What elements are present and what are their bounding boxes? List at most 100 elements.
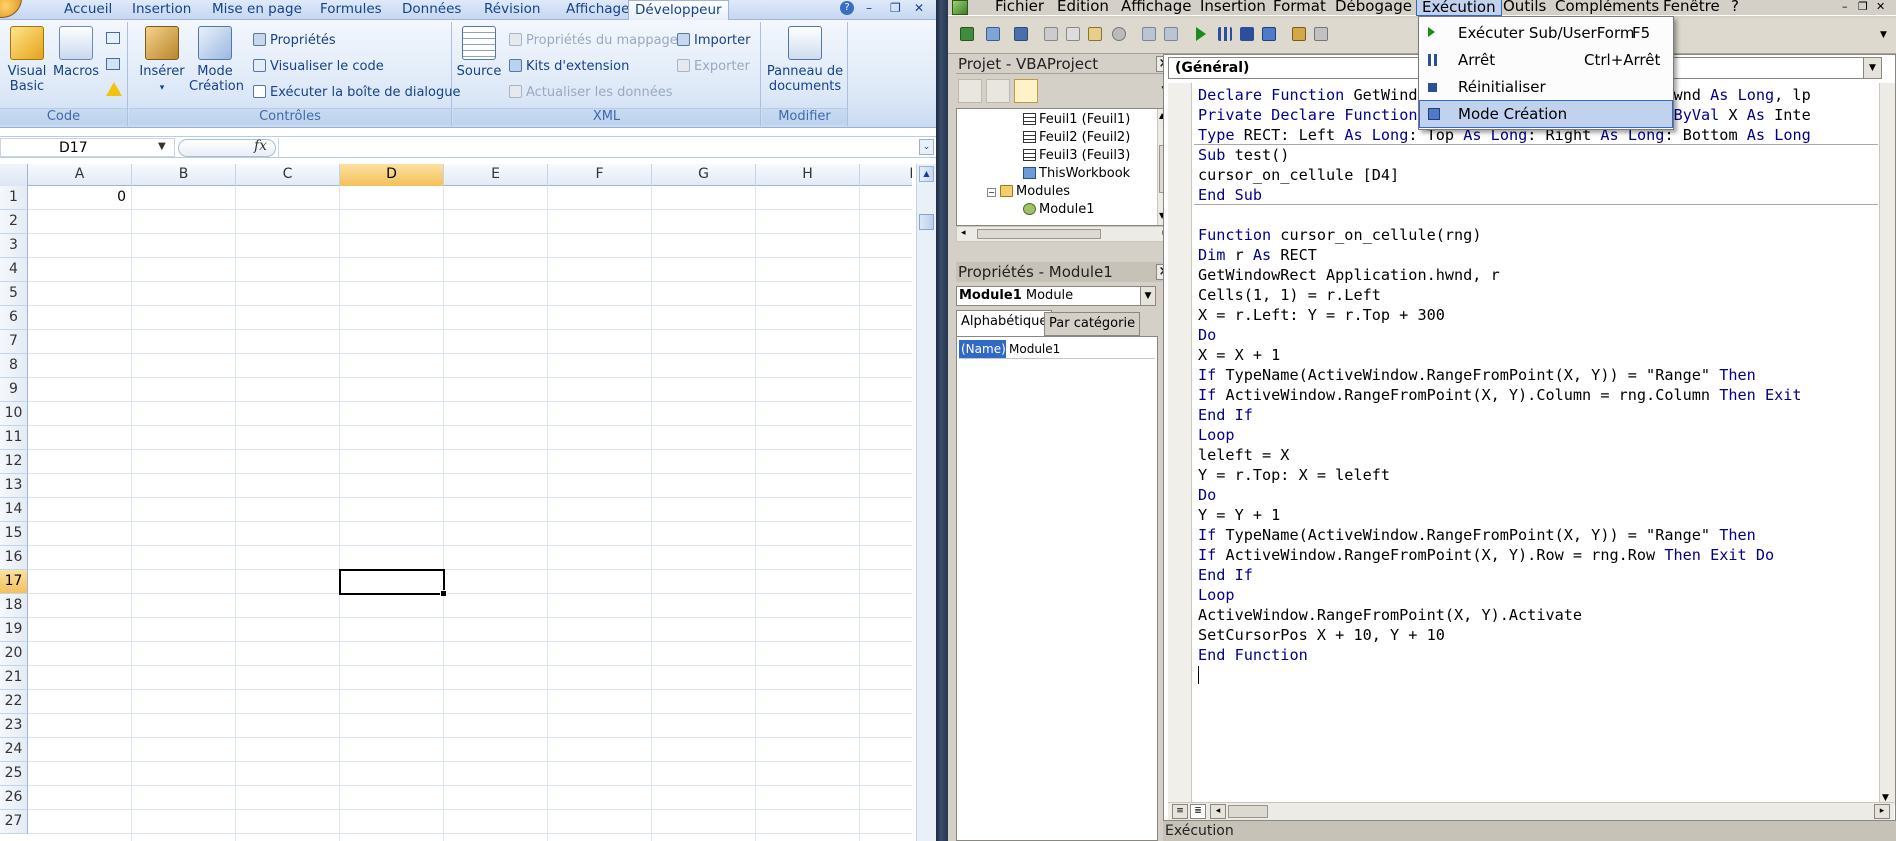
code-line[interactable]: ActiveWindow.RangeFromPoint(X, Y).Activa…	[1198, 605, 1582, 625]
row-header-15[interactable]: 15	[0, 522, 28, 546]
worksheet-grid[interactable]: ABCDEFGHI 1 2 3 4 5 6 7 8 9 10 11 12 13 14 15 16 17 18 19 2…	[0, 164, 912, 841]
column-header-e[interactable]: E	[444, 164, 548, 186]
paste-icon[interactable]	[1088, 27, 1102, 41]
code-line[interactable]: X = X + 1	[1198, 345, 1280, 365]
code-line[interactable]: GetWindowRect Application.hwnd, r	[1198, 265, 1500, 285]
source-button[interactable]: Source	[455, 26, 503, 79]
vertical-scrollbar[interactable]: ▲	[916, 164, 936, 841]
name-box[interactable]: D17	[0, 138, 175, 157]
chevron-down-icon[interactable]: ▼	[1140, 286, 1156, 306]
formula-input[interactable]	[278, 138, 916, 157]
tree-horizontal-scrollbar[interactable]: ◂ ▸	[956, 226, 1172, 242]
row-header-9[interactable]: 9	[0, 378, 28, 402]
vbe-minimize-icon[interactable]: –	[1842, 0, 1848, 13]
code-line[interactable]: Do	[1198, 325, 1216, 345]
toolbar-options-icon[interactable]: ▼	[1880, 30, 1887, 40]
menu-item-arret[interactable]: Arrêt Ctrl+Arrêt	[1420, 47, 1672, 73]
code-line[interactable]: End Sub	[1198, 185, 1262, 205]
row-header-24[interactable]: 24	[0, 738, 28, 762]
actualiser-donnees-button[interactable]: Actualiser les données	[509, 84, 673, 102]
tree-node-feuil2[interactable]: Feuil2 (Feuil2)	[1023, 129, 1130, 147]
office-button[interactable]	[0, 0, 22, 18]
cell-a1[interactable]: 0	[28, 189, 126, 205]
property-name[interactable]: (Name)	[959, 340, 1006, 358]
row-header-2[interactable]: 2	[0, 210, 28, 234]
relative-reference-icon[interactable]	[106, 58, 120, 70]
menu-fichier[interactable]: Fichier	[990, 0, 1049, 16]
code-margin[interactable]	[1168, 83, 1192, 805]
code-line[interactable]: Sub test()	[1198, 145, 1289, 165]
tab-insertion[interactable]: Insertion	[126, 0, 197, 20]
code-line[interactable]: End If	[1198, 565, 1253, 585]
column-header-g[interactable]: G	[652, 164, 756, 186]
code-line[interactable]: If TypeName(ActiveWindow.RangeFromPoint(…	[1198, 525, 1756, 545]
chevron-down-icon[interactable]: ▼	[158, 141, 166, 152]
importer-button[interactable]: Importer	[677, 32, 751, 50]
expand-formula-bar-icon[interactable]: ⌄	[919, 139, 934, 155]
procedure-view-icon[interactable]: ≡	[1172, 804, 1188, 819]
insert-function-icon[interactable]: fx	[254, 138, 267, 154]
code-line[interactable]: End If	[1198, 405, 1253, 425]
property-value[interactable]: Module1	[1009, 340, 1060, 358]
record-macro-icon[interactable]	[106, 32, 120, 44]
column-header-i[interactable]: I	[860, 164, 912, 186]
collapse-icon[interactable]: −	[987, 188, 996, 197]
row-header-26[interactable]: 26	[0, 786, 28, 810]
exporter-button[interactable]: Exporter	[677, 58, 750, 76]
tab-formules[interactable]: Formules	[314, 0, 388, 20]
tab-accueil[interactable]: Accueil	[58, 0, 118, 20]
code-line[interactable]: SetCursorPos X + 10, Y + 10	[1198, 625, 1445, 645]
menu-item-mode-creation[interactable]: Mode Création	[1419, 100, 1673, 128]
chevron-down-icon[interactable]: ▼	[1863, 58, 1881, 78]
menu-insertion[interactable]: Insertion	[1195, 0, 1271, 16]
undo-icon[interactable]	[1142, 27, 1156, 41]
code-line[interactable]: Loop	[1198, 425, 1235, 445]
row-header-10[interactable]: 10	[0, 402, 28, 426]
break-icon[interactable]	[1218, 27, 1232, 41]
tab-developpeur[interactable]: Développeur	[628, 0, 729, 21]
tree-node-feuil3[interactable]: Feuil3 (Feuil3)	[1023, 147, 1130, 165]
tab-alphabetique[interactable]: Alphabétique	[956, 310, 1053, 336]
code-editor[interactable]: Declare Function GetWindowRect Lib "user…	[1194, 85, 1878, 805]
row-header-18[interactable]: 18	[0, 594, 28, 618]
row-header-20[interactable]: 20	[0, 642, 28, 666]
column-header-h[interactable]: H	[756, 164, 860, 186]
menu-complements[interactable]: Compléments	[1550, 0, 1664, 16]
scroll-thumb[interactable]	[1228, 805, 1268, 818]
row-header-21[interactable]: 21	[0, 666, 28, 690]
menu-item-reinitialiser[interactable]: Réinitialiser	[1420, 74, 1672, 100]
tab-revision[interactable]: Révision	[478, 0, 546, 20]
row-header-12[interactable]: 12	[0, 450, 28, 474]
row-header-8[interactable]: 8	[0, 354, 28, 378]
tab-mise-en-page[interactable]: Mise en page	[206, 0, 308, 20]
code-line[interactable]: X = r.Left: Y = r.Top + 300	[1198, 305, 1445, 325]
run-icon[interactable]	[1196, 27, 1206, 41]
visualiser-code-button[interactable]: Visualiser le code	[253, 58, 384, 76]
tab-par-categorie[interactable]: Par catégorie	[1044, 312, 1141, 336]
select-all-corner[interactable]	[0, 164, 28, 186]
menu-outils[interactable]: Outils	[1498, 0, 1551, 16]
menu-debogage[interactable]: Débogage	[1330, 0, 1417, 16]
column-header-d[interactable]: D	[340, 164, 444, 186]
kits-extension-button[interactable]: Kits d'extension	[509, 58, 629, 76]
code-line[interactable]: If ActiveWindow.RangeFromPoint(X, Y).Col…	[1198, 385, 1802, 405]
tree-node-modules[interactable]: − Modules	[987, 183, 1070, 201]
scroll-right-icon[interactable]: ▸	[1874, 804, 1890, 819]
code-line[interactable]: Function cursor_on_cellule(rng)	[1198, 225, 1481, 245]
code-vertical-scrollbar[interactable]: ▼	[1879, 83, 1895, 805]
help-icon[interactable]: ?	[840, 1, 854, 15]
code-line[interactable]: Do	[1198, 485, 1216, 505]
code-line[interactable]: Y = r.Top: X = leleft	[1198, 465, 1390, 485]
vbe-restore-icon[interactable]: ❐	[1858, 0, 1868, 13]
view-excel-icon[interactable]	[960, 27, 974, 41]
close-icon[interactable]: ✕	[914, 1, 924, 15]
design-mode-toolbar-icon[interactable]	[1262, 27, 1276, 41]
properties-window-icon[interactable]	[1314, 27, 1328, 41]
tab-donnees[interactable]: Données	[396, 0, 467, 20]
menu-affichage[interactable]: Affichage	[1116, 0, 1196, 16]
scroll-thumb[interactable]	[977, 229, 1101, 239]
properties-grid[interactable]: (Name) Module1	[956, 336, 1158, 841]
menu-item-executer[interactable]: Exécuter Sub/UserForm F5	[1420, 20, 1672, 46]
column-header-a[interactable]: A	[28, 164, 132, 186]
code-line[interactable]: leleft = X	[1198, 445, 1289, 465]
